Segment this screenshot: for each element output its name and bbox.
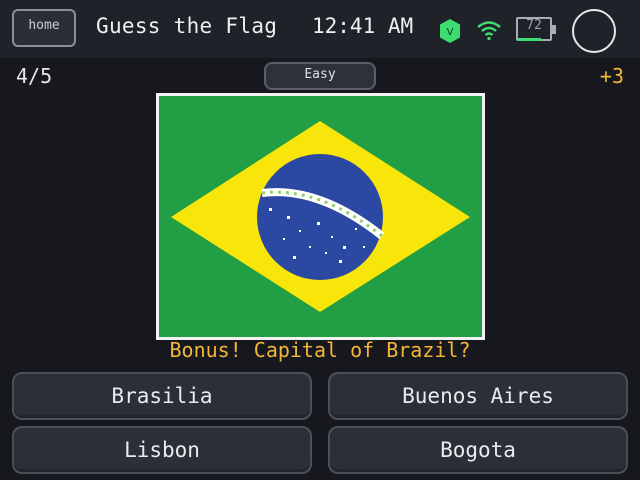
difficulty-badge: Easy (264, 62, 376, 90)
game-screen: home Guess the Flag 12:41 AM V 72 4/5 Ea… (0, 0, 640, 480)
clock: 12:41 AM (312, 14, 414, 38)
answer-button-2[interactable]: Buenos Aires (328, 372, 628, 420)
status-bar: home Guess the Flag 12:41 AM V 72 (0, 0, 640, 58)
question-text: Bonus! Capital of Brazil? (169, 338, 471, 362)
vpn-badge-label: V (447, 27, 454, 38)
score-delta: +3 (599, 64, 624, 88)
answer-label: Brasilia (111, 384, 213, 408)
answer-button-4[interactable]: Bogota (328, 426, 628, 474)
brazil-flag (159, 96, 482, 337)
battery-nub (552, 25, 556, 34)
answer-button-3[interactable]: Lisbon (12, 426, 312, 474)
app-title: Guess the Flag (96, 14, 278, 38)
question-progress: 4/5 (16, 64, 53, 88)
flag-image (156, 93, 485, 340)
answer-button-1[interactable]: Brasilia (12, 372, 312, 420)
home-button-label: home (28, 17, 60, 33)
home-button[interactable]: home (12, 9, 76, 47)
battery-percent: 72 (526, 18, 542, 33)
vpn-icon: V (440, 19, 460, 43)
difficulty-label: Easy (304, 66, 336, 82)
answer-label: Buenos Aires (402, 384, 554, 408)
power-icon[interactable] (572, 9, 616, 53)
answer-label: Lisbon (124, 438, 200, 462)
battery-icon: 72 (516, 17, 556, 43)
answer-label: Bogota (440, 438, 516, 462)
wifi-icon (477, 21, 501, 40)
flag-blue-globe (257, 154, 383, 280)
battery-level-fill (518, 38, 542, 41)
